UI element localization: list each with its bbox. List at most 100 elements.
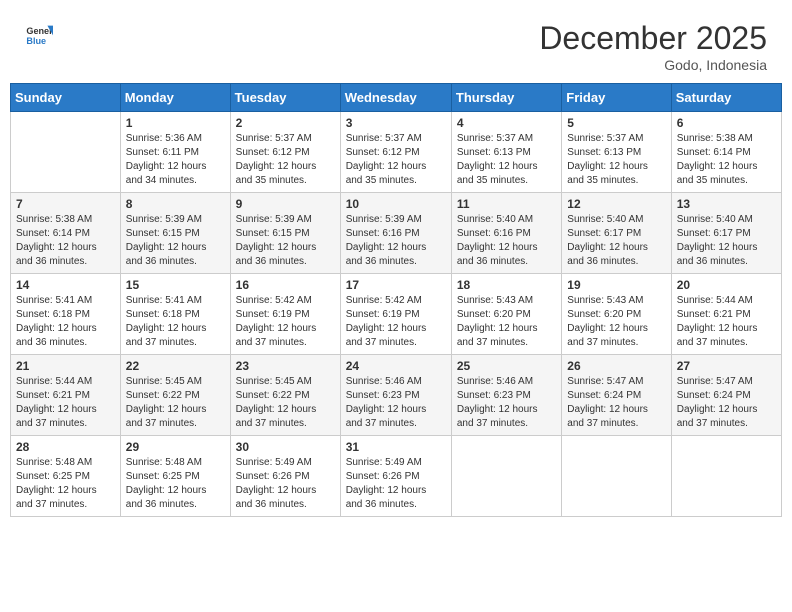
calendar-cell: 12 Sunrise: 5:40 AM Sunset: 6:17 PM Dayli…: [562, 193, 671, 274]
day-info: Sunrise: 5:46 AM Sunset: 6:23 PM Dayligh…: [457, 375, 556, 431]
weekday-header-wednesday: Wednesday: [340, 84, 451, 112]
calendar-cell: 3 Sunrise: 5:37 AM Sunset: 6:12 PM Daylig…: [340, 112, 451, 193]
day-info: Sunrise: 5:45 AM Sunset: 6:22 PM Dayligh…: [126, 375, 225, 431]
weekday-header-saturday: Saturday: [671, 84, 781, 112]
day-info: Sunrise: 5:37 AM Sunset: 6:13 PM Dayligh…: [457, 132, 556, 188]
calendar-cell: 7Sunrise: 5:38 AM Sunset: 6:14 PM Daylig…: [11, 193, 121, 274]
day-number: 29: [126, 440, 225, 454]
day-number: 10: [346, 197, 446, 211]
day-number: 17: [346, 278, 446, 292]
day-info: Sunrise: 5:44 AM Sunset: 6:21 PM Dayligh…: [677, 294, 776, 350]
calendar-cell: [562, 436, 671, 517]
calendar-cell: 6Sunrise: 5:38 AM Sunset: 6:14 PM Daylig…: [671, 112, 781, 193]
day-info: Sunrise: 5:45 AM Sunset: 6:22 PM Dayligh…: [236, 375, 335, 431]
day-number: 24: [346, 359, 446, 373]
day-info: Sunrise: 5:40 AM Sunset: 6:17 PM Dayligh…: [567, 213, 665, 269]
day-info: Sunrise: 5:48 AM Sunset: 6:25 PM Dayligh…: [16, 456, 115, 512]
day-info: Sunrise: 5:39 AM Sunset: 6:16 PM Dayligh…: [346, 213, 446, 269]
calendar-cell: 9Sunrise: 5:39 AM Sunset: 6:15 PM Daylig…: [230, 193, 340, 274]
day-number: 11: [457, 197, 556, 211]
day-number: 8: [126, 197, 225, 211]
calendar-cell: 27 Sunrise: 5:47 AM Sunset: 6:24 PM Dayli…: [671, 355, 781, 436]
day-number: 30: [236, 440, 335, 454]
calendar-week-row: 21 Sunrise: 5:44 AM Sunset: 6:21 PM Dayli…: [11, 355, 782, 436]
weekday-header-tuesday: Tuesday: [230, 84, 340, 112]
calendar-week-row: 14 Sunrise: 5:41 AM Sunset: 6:18 PM Dayli…: [11, 274, 782, 355]
day-number: 26: [567, 359, 665, 373]
day-number: 31: [346, 440, 446, 454]
day-info: Sunrise: 5:44 AM Sunset: 6:21 PM Dayligh…: [16, 375, 115, 431]
day-number: 25: [457, 359, 556, 373]
day-info: Sunrise: 5:49 AM Sunset: 6:26 PM Dayligh…: [346, 456, 446, 512]
day-number: 20: [677, 278, 776, 292]
calendar-cell: 20 Sunrise: 5:44 AM Sunset: 6:21 PM Dayli…: [671, 274, 781, 355]
day-info: Sunrise: 5:48 AM Sunset: 6:25 PM Dayligh…: [126, 456, 225, 512]
calendar-cell: 13Sunrise: 5:40 AM Sunset: 6:17 PM Dayli…: [671, 193, 781, 274]
calendar-cell: 22Sunrise: 5:45 AM Sunset: 6:22 PM Dayli…: [120, 355, 230, 436]
calendar-cell: 19 Sunrise: 5:43 AM Sunset: 6:20 PM Dayli…: [562, 274, 671, 355]
day-number: 15: [126, 278, 225, 292]
calendar-cell: 24 Sunrise: 5:46 AM Sunset: 6:23 PM Dayli…: [340, 355, 451, 436]
day-info: Sunrise: 5:39 AM Sunset: 6:15 PM Dayligh…: [126, 213, 225, 269]
logo: General Blue: [25, 20, 53, 48]
calendar-cell: 23 Sunrise: 5:45 AM Sunset: 6:22 PM Dayli…: [230, 355, 340, 436]
calendar-week-row: 1Sunrise: 5:36 AM Sunset: 6:11 PM Daylig…: [11, 112, 782, 193]
day-info: Sunrise: 5:43 AM Sunset: 6:20 PM Dayligh…: [457, 294, 556, 350]
calendar-cell: [451, 436, 561, 517]
svg-text:Blue: Blue: [26, 36, 46, 46]
day-number: 27: [677, 359, 776, 373]
day-number: 6: [677, 116, 776, 130]
calendar-cell: 1Sunrise: 5:36 AM Sunset: 6:11 PM Daylig…: [120, 112, 230, 193]
day-info: Sunrise: 5:40 AM Sunset: 6:17 PM Dayligh…: [677, 213, 776, 269]
calendar-cell: 11Sunrise: 5:40 AM Sunset: 6:16 PM Dayli…: [451, 193, 561, 274]
location: Godo, Indonesia: [539, 57, 767, 73]
calendar-cell: 29 Sunrise: 5:48 AM Sunset: 6:25 PM Dayli…: [120, 436, 230, 517]
calendar-cell: 25 Sunrise: 5:46 AM Sunset: 6:23 PM Dayli…: [451, 355, 561, 436]
calendar-cell: 4 Sunrise: 5:37 AM Sunset: 6:13 PM Daylig…: [451, 112, 561, 193]
logo-icon: General Blue: [25, 20, 53, 48]
calendar-cell: 28Sunrise: 5:48 AM Sunset: 6:25 PM Dayli…: [11, 436, 121, 517]
day-info: Sunrise: 5:49 AM Sunset: 6:26 PM Dayligh…: [236, 456, 335, 512]
day-number: 23: [236, 359, 335, 373]
day-info: Sunrise: 5:42 AM Sunset: 6:19 PM Dayligh…: [346, 294, 446, 350]
day-info: Sunrise: 5:46 AM Sunset: 6:23 PM Dayligh…: [346, 375, 446, 431]
weekday-header-monday: Monday: [120, 84, 230, 112]
calendar-week-row: 7Sunrise: 5:38 AM Sunset: 6:14 PM Daylig…: [11, 193, 782, 274]
weekday-header-thursday: Thursday: [451, 84, 561, 112]
calendar-cell: 2Sunrise: 5:37 AM Sunset: 6:12 PM Daylig…: [230, 112, 340, 193]
weekday-header-row: SundayMondayTuesdayWednesdayThursdayFrid…: [11, 84, 782, 112]
day-number: 16: [236, 278, 335, 292]
calendar-cell: 5Sunrise: 5:37 AM Sunset: 6:13 PM Daylig…: [562, 112, 671, 193]
calendar-cell: [11, 112, 121, 193]
day-number: 7: [16, 197, 115, 211]
day-number: 12: [567, 197, 665, 211]
day-number: 1: [126, 116, 225, 130]
day-info: Sunrise: 5:47 AM Sunset: 6:24 PM Dayligh…: [567, 375, 665, 431]
day-number: 14: [16, 278, 115, 292]
day-info: Sunrise: 5:37 AM Sunset: 6:12 PM Dayligh…: [346, 132, 446, 188]
page-header: General Blue December 2025 Godo, Indones…: [10, 10, 782, 78]
day-info: Sunrise: 5:37 AM Sunset: 6:12 PM Dayligh…: [236, 132, 335, 188]
calendar-cell: 26 Sunrise: 5:47 AM Sunset: 6:24 PM Dayli…: [562, 355, 671, 436]
calendar-cell: 8 Sunrise: 5:39 AM Sunset: 6:15 PM Daylig…: [120, 193, 230, 274]
calendar-cell: 30 Sunrise: 5:49 AM Sunset: 6:26 PM Dayli…: [230, 436, 340, 517]
day-info: Sunrise: 5:47 AM Sunset: 6:24 PM Dayligh…: [677, 375, 776, 431]
day-number: 19: [567, 278, 665, 292]
calendar-cell: 14Sunrise: 5:41 AM Sunset: 6:18 PM Dayli…: [11, 274, 121, 355]
day-number: 21: [16, 359, 115, 373]
calendar-cell: 18 Sunrise: 5:43 AM Sunset: 6:20 PM Dayli…: [451, 274, 561, 355]
day-info: Sunrise: 5:41 AM Sunset: 6:18 PM Dayligh…: [126, 294, 225, 350]
calendar-table: SundayMondayTuesdayWednesdayThursdayFrid…: [10, 83, 782, 517]
day-number: 18: [457, 278, 556, 292]
month-title: December 2025: [539, 20, 767, 57]
day-number: 9: [236, 197, 335, 211]
day-number: 4: [457, 116, 556, 130]
day-info: Sunrise: 5:43 AM Sunset: 6:20 PM Dayligh…: [567, 294, 665, 350]
calendar-cell: 21 Sunrise: 5:44 AM Sunset: 6:21 PM Dayli…: [11, 355, 121, 436]
calendar-cell: 10 Sunrise: 5:39 AM Sunset: 6:16 PM Dayli…: [340, 193, 451, 274]
calendar-cell: 15 Sunrise: 5:41 AM Sunset: 6:18 PM Dayli…: [120, 274, 230, 355]
day-number: 3: [346, 116, 446, 130]
calendar-cell: 16Sunrise: 5:42 AM Sunset: 6:19 PM Dayli…: [230, 274, 340, 355]
day-number: 5: [567, 116, 665, 130]
weekday-header-sunday: Sunday: [11, 84, 121, 112]
